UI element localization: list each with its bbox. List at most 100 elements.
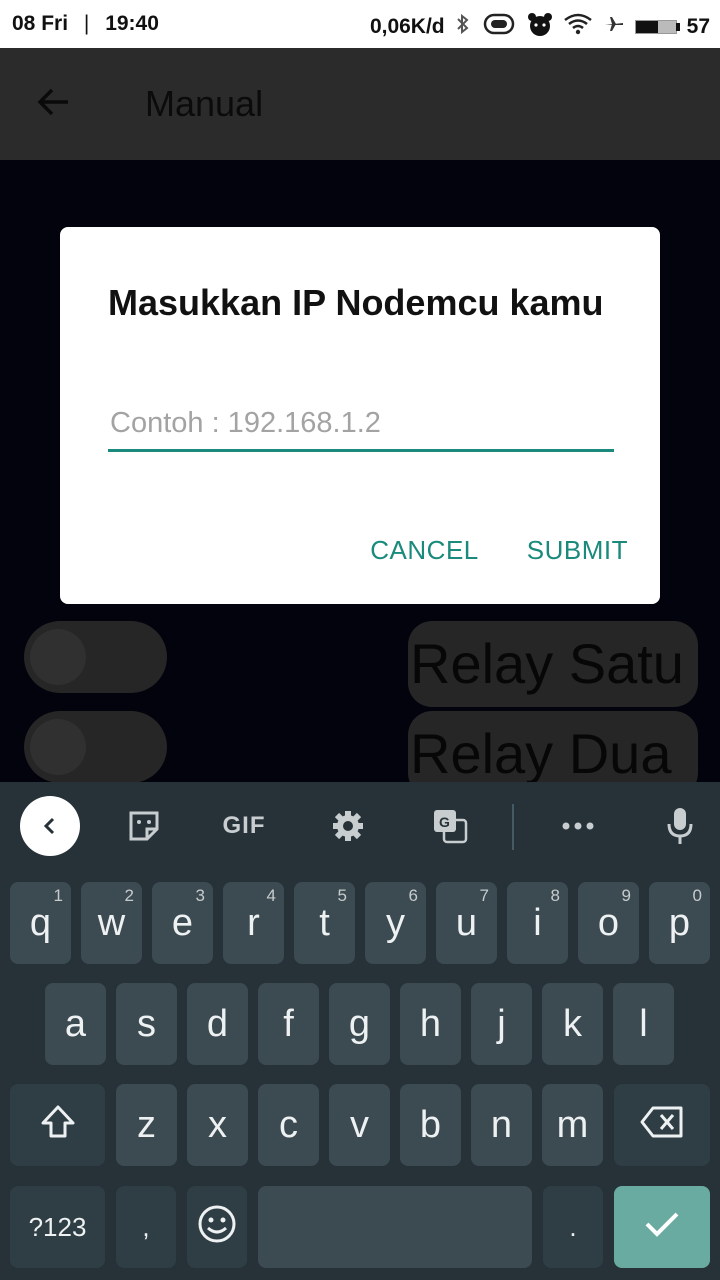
key-hint: 5 bbox=[337, 886, 347, 905]
keyboard-toolbar: GIF G bbox=[0, 782, 720, 870]
key-label: j bbox=[497, 1002, 506, 1045]
key-m[interactable]: m bbox=[542, 1084, 603, 1166]
page-title: Manual bbox=[145, 83, 264, 124]
ip-input[interactable] bbox=[108, 397, 614, 452]
key-t[interactable]: t5 bbox=[294, 882, 355, 964]
key-w[interactable]: w2 bbox=[81, 882, 142, 964]
key-q[interactable]: q1 bbox=[10, 882, 71, 964]
symbols-key[interactable]: ?123 bbox=[10, 1186, 105, 1268]
bluetooth-icon bbox=[455, 13, 471, 40]
relay-button-1[interactable]: Relay Satu bbox=[408, 621, 698, 707]
key-label: r bbox=[247, 901, 260, 944]
period-key[interactable]: . bbox=[543, 1186, 603, 1268]
status-separator: | bbox=[83, 12, 90, 35]
submit-button[interactable]: SUBMIT bbox=[527, 535, 628, 566]
key-label: c bbox=[279, 1103, 298, 1146]
key-label: e bbox=[171, 901, 194, 944]
ip-field[interactable] bbox=[108, 397, 614, 453]
key-label: z bbox=[137, 1103, 156, 1146]
back-icon[interactable] bbox=[20, 796, 80, 856]
key-s[interactable]: s bbox=[116, 983, 177, 1065]
arrow-left-icon[interactable] bbox=[34, 82, 74, 122]
key-a[interactable]: a bbox=[45, 983, 106, 1065]
key-label: o bbox=[597, 901, 620, 944]
more-icon[interactable] bbox=[548, 796, 608, 856]
settings-icon[interactable] bbox=[318, 796, 378, 856]
switch-knob bbox=[30, 629, 86, 685]
translate-icon[interactable]: G bbox=[420, 796, 480, 856]
key-k[interactable]: k bbox=[542, 983, 603, 1065]
key-e[interactable]: e3 bbox=[152, 882, 213, 964]
key-r[interactable]: r4 bbox=[223, 882, 284, 964]
battery-icon bbox=[634, 20, 683, 34]
key-z[interactable]: z bbox=[116, 1084, 177, 1166]
key-c[interactable]: c bbox=[258, 1084, 319, 1166]
key-o[interactable]: o9 bbox=[578, 882, 639, 964]
key-label: . bbox=[569, 1211, 577, 1242]
gif-button[interactable]: GIF bbox=[214, 796, 274, 856]
key-label: t bbox=[319, 901, 330, 944]
key-hint: 9 bbox=[621, 886, 631, 905]
key-d[interactable]: d bbox=[187, 983, 248, 1065]
vibrate-icon bbox=[481, 13, 517, 41]
key-hint: 0 bbox=[692, 886, 702, 905]
comma-key[interactable]: , bbox=[116, 1186, 176, 1268]
shift-key[interactable] bbox=[10, 1084, 105, 1166]
key-l[interactable]: l bbox=[613, 983, 674, 1065]
cancel-button[interactable]: CANCEL bbox=[370, 535, 478, 566]
shift-icon bbox=[38, 1102, 78, 1149]
relay-switch-1[interactable] bbox=[24, 621, 167, 693]
key-v[interactable]: v bbox=[329, 1084, 390, 1166]
key-hint: 1 bbox=[53, 886, 63, 905]
key-p[interactable]: p0 bbox=[649, 882, 710, 964]
key-hint: 6 bbox=[408, 886, 418, 905]
key-label: m bbox=[556, 1103, 589, 1146]
key-g[interactable]: g bbox=[329, 983, 390, 1065]
key-label: v bbox=[350, 1103, 369, 1146]
key-u[interactable]: u7 bbox=[436, 882, 497, 964]
status-bar: 08 Fri | 19:40 0,06K/d 57 bbox=[0, 0, 720, 48]
key-hint: 8 bbox=[550, 886, 560, 905]
key-hint: 7 bbox=[479, 886, 489, 905]
key-j[interactable]: j bbox=[471, 983, 532, 1065]
key-label: , bbox=[142, 1211, 150, 1242]
relay-switch-2[interactable] bbox=[24, 711, 167, 783]
key-h[interactable]: h bbox=[400, 983, 461, 1065]
key-label: h bbox=[419, 1002, 442, 1045]
key-hint: 4 bbox=[266, 886, 276, 905]
enter-key[interactable] bbox=[614, 1186, 710, 1268]
key-y[interactable]: y6 bbox=[365, 882, 426, 964]
key-x[interactable]: x bbox=[187, 1084, 248, 1166]
key-label: u bbox=[455, 901, 478, 944]
key-n[interactable]: n bbox=[471, 1084, 532, 1166]
backspace-icon bbox=[639, 1105, 685, 1146]
key-label: w bbox=[97, 901, 126, 944]
key-label: p bbox=[668, 901, 691, 944]
key-i[interactable]: i8 bbox=[507, 882, 568, 964]
key-label: f bbox=[283, 1002, 294, 1045]
space-key[interactable] bbox=[258, 1186, 532, 1268]
key-f[interactable]: f bbox=[258, 983, 319, 1065]
key-label: x bbox=[208, 1103, 227, 1146]
key-hint: 2 bbox=[124, 886, 134, 905]
sticker-icon[interactable] bbox=[114, 796, 174, 856]
soft-keyboard: GIF G q1w2e3r4t5y6u7i8o9p0asdfghjklzxcvb… bbox=[0, 782, 720, 1280]
mic-icon[interactable] bbox=[650, 796, 710, 856]
key-b[interactable]: b bbox=[400, 1084, 461, 1166]
dialog-title: Masukkan IP Nodemcu kamu bbox=[108, 282, 604, 323]
key-label: i bbox=[533, 901, 542, 944]
backspace-key[interactable] bbox=[614, 1084, 710, 1166]
emoji-key[interactable] bbox=[187, 1186, 247, 1268]
check-icon bbox=[642, 1206, 682, 1249]
status-date: 08 Fri bbox=[12, 12, 69, 35]
key-label: g bbox=[348, 1002, 371, 1045]
toolbar-divider bbox=[512, 804, 514, 850]
status-time: 19:40 bbox=[105, 12, 159, 35]
svg-text:G: G bbox=[439, 814, 450, 830]
dialog-actions: CANCEL SUBMIT bbox=[370, 535, 628, 566]
switch-knob bbox=[30, 719, 86, 775]
network-speed: 0,06K/d bbox=[369, 15, 445, 38]
key-label: k bbox=[563, 1002, 582, 1045]
key-hint: 3 bbox=[195, 886, 205, 905]
key-label: ?123 bbox=[28, 1211, 87, 1242]
